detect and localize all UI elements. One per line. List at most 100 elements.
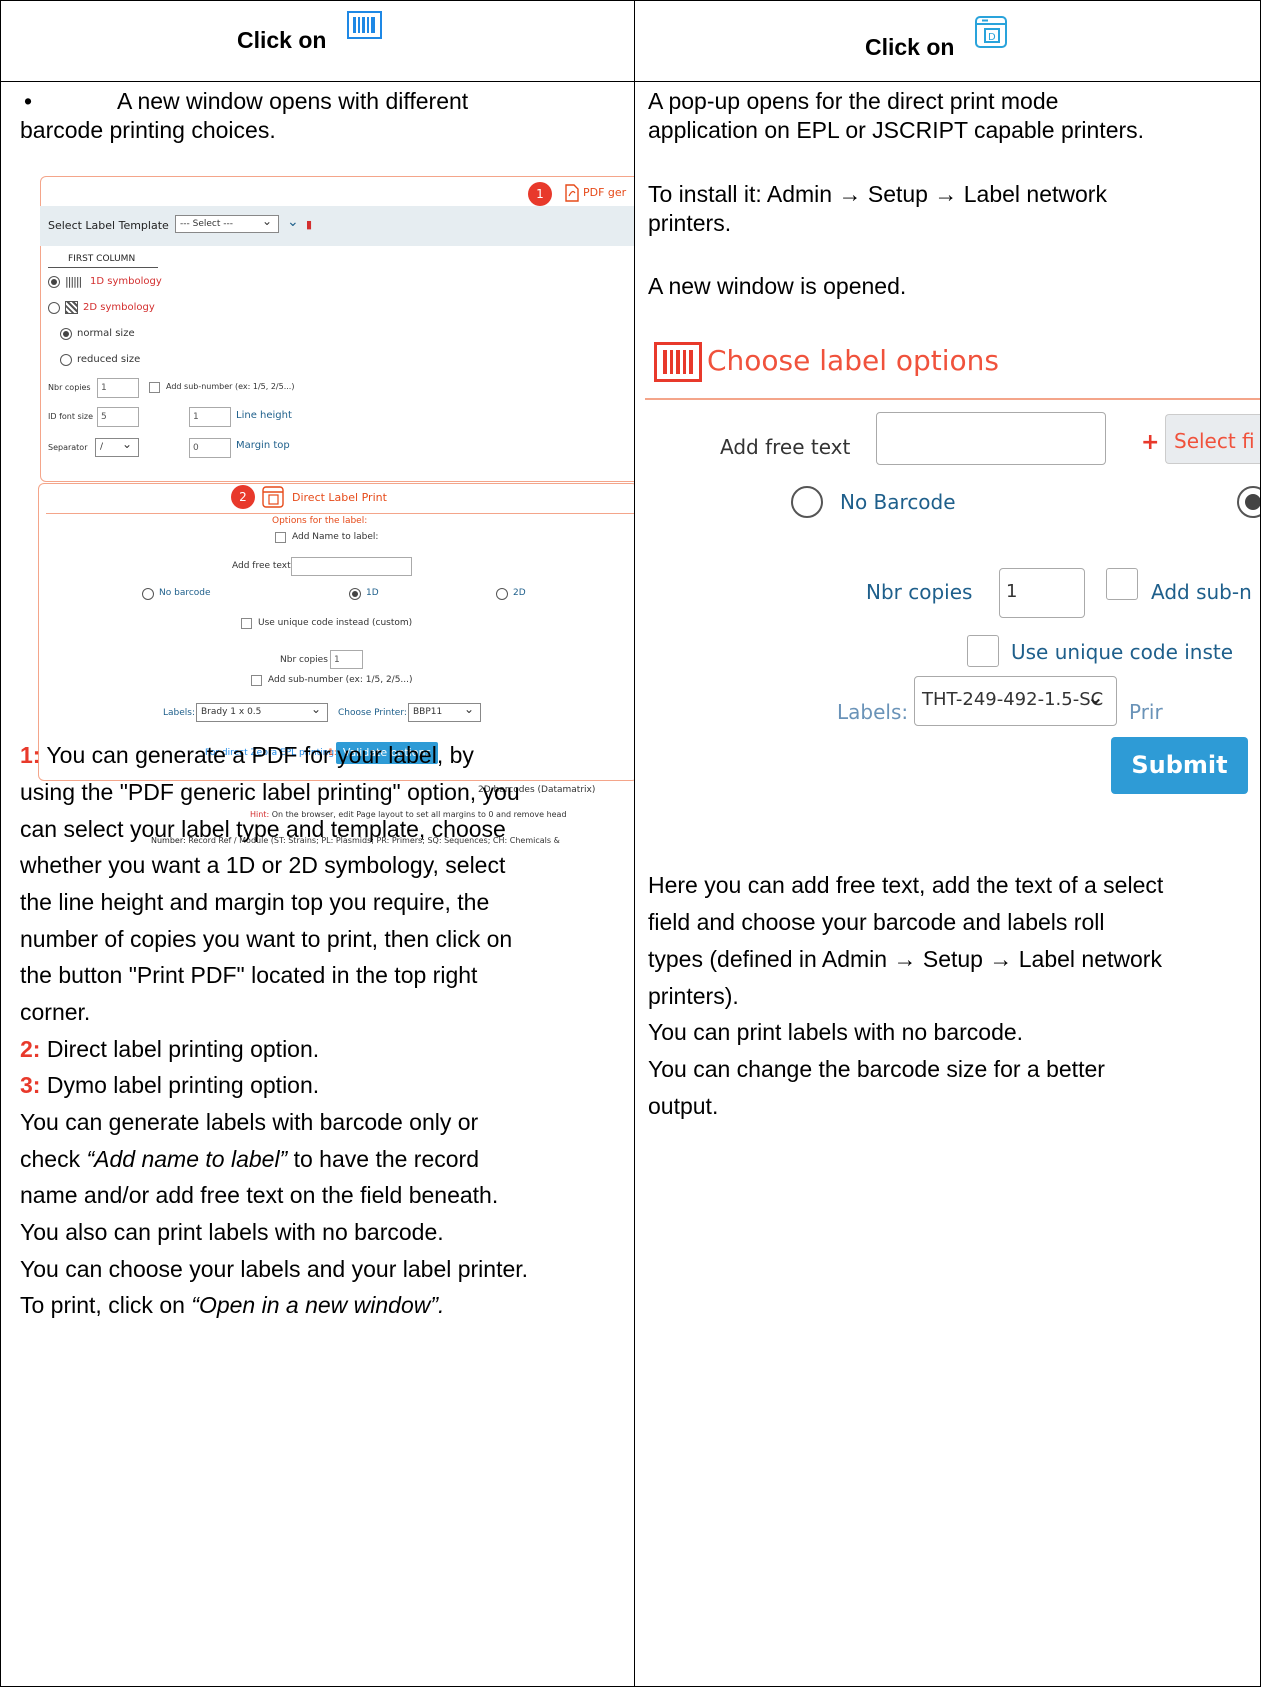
print-cut-label: Prir: [1129, 700, 1163, 724]
margin-top-input[interactable]: 0: [189, 438, 231, 458]
labels-large-select[interactable]: THT-249-492-1.5-SC ⌄: [914, 676, 1117, 726]
right-desc-line-1: Here you can add free text, add the text…: [648, 872, 1164, 898]
direct-label-icon: [262, 486, 284, 508]
right-header: Click on: [865, 34, 954, 61]
use-unique-large-checkbox[interactable]: [967, 635, 999, 667]
p1-line-1: 1: You can generate a PDF for your label…: [20, 741, 474, 769]
radio-no-barcode-large[interactable]: [791, 486, 823, 518]
id-font-size-input[interactable]: 5: [97, 407, 139, 427]
labels-label: Labels:: [163, 708, 196, 718]
left-intro-bullet: •: [24, 88, 33, 114]
add-free-text-label: Add free text:: [232, 561, 294, 571]
nbr-copies-input[interactable]: 1: [97, 378, 139, 398]
choose-printer-select[interactable]: BBP11: [408, 701, 481, 722]
add-free-text-label: Add free text: [720, 435, 851, 459]
use-unique-code-checkbox[interactable]: [241, 618, 252, 629]
opt-2d-label: 2D: [513, 588, 526, 598]
symbology-2d-label: 2D symbology: [83, 302, 155, 313]
line-height-label: Line height: [236, 410, 292, 421]
select-field-button[interactable]: Select fi: [1165, 414, 1260, 464]
add-name-checkbox[interactable]: [275, 532, 286, 543]
reduced-size-label: reduced size: [77, 354, 141, 365]
radio-no-barcode[interactable]: [142, 588, 154, 600]
radio-2d[interactable]: [48, 302, 60, 314]
direct-print-panel: [38, 483, 634, 781]
labels-select[interactable]: Brady 1 x 0.5: [196, 701, 328, 722]
use-unique-code-label: Use unique code instead (custom): [258, 618, 413, 628]
radio-2d-direct[interactable]: [496, 588, 508, 600]
table-border-top: [0, 0, 1261, 1]
nbr-copies-large-label: Nbr copies: [866, 580, 973, 604]
table-column-divider: [634, 0, 635, 1687]
trash-icon[interactable]: ▮: [306, 218, 312, 231]
pdf-icon: [565, 184, 579, 202]
chevron-down-large-icon: ⌄: [1087, 685, 1104, 709]
qr-icon: [65, 301, 78, 314]
separator-select[interactable]: /: [95, 436, 139, 457]
svg-text:D: D: [988, 32, 996, 43]
add-sub-number-label: Add sub-number (ex: 1/5, 2/5...): [166, 382, 295, 391]
first-column-heading: FIRST COLUMN: [68, 254, 136, 264]
p3-number: 3:: [20, 1072, 41, 1098]
table-border-left: [0, 0, 1, 1687]
p3-line: 3: Dymo label printing option.: [20, 1071, 319, 1099]
opt-1d-label: 1D: [366, 588, 379, 598]
badge-1: 1: [528, 182, 552, 206]
p2-text: Direct label printing option.: [40, 1036, 320, 1062]
labels-large-value: THT-249-492-1.5-SC: [922, 689, 1104, 710]
p2-line: 2: Direct label printing option.: [20, 1035, 319, 1063]
radio-1-large-dot: [1245, 494, 1260, 510]
radio-1d-direct[interactable]: [349, 588, 361, 600]
p1-text-1: You can generate a PDF for your label, b…: [40, 742, 474, 768]
add-free-text-input[interactable]: [876, 412, 1106, 465]
radio-reduced-size[interactable]: [60, 354, 72, 366]
submit-button[interactable]: Submit: [1111, 737, 1248, 794]
select-template-label: Select Label Template: [48, 219, 169, 232]
nbr-copies2-label: Nbr copies: [280, 655, 328, 665]
free-text-input[interactable]: [291, 557, 412, 576]
p2-number: 2:: [20, 1036, 41, 1062]
left-intro-line2: barcode printing choices.: [20, 117, 276, 143]
badge-2: 2: [231, 485, 255, 509]
nbr-copies2-input[interactable]: 1: [330, 650, 363, 669]
nbr-copies-large-value: 1: [1006, 581, 1018, 602]
choose-printer-label: Choose Printer:: [338, 708, 407, 718]
right-install-line1: To install it: Admin → Setup → Label net…: [648, 181, 1107, 207]
use-unique-large-label: Use unique code inste: [1011, 640, 1234, 664]
right-desc-line-4: printers).: [648, 983, 739, 1009]
direct-label-print-title: Direct Label Print: [292, 491, 387, 504]
symbology-1d-label: 1D symbology: [90, 276, 162, 287]
select-template-dropdown[interactable]: --- Select ---: [175, 213, 279, 233]
add-sub-number2-checkbox[interactable]: [251, 675, 262, 686]
p4-line-3: name and/or add free text on the field b…: [20, 1182, 499, 1208]
p1-line-2: using the "PDF generic label printing" o…: [20, 779, 520, 805]
line-height-input[interactable]: 1: [189, 407, 231, 427]
p1-number: 1:: [20, 742, 41, 768]
right-desc-line-7: output.: [648, 1093, 719, 1119]
right-desc-line-2: field and choose your barcode and labels…: [648, 909, 1105, 935]
right-install-line2: printers.: [648, 210, 732, 236]
p4-line-2-italic: “Add name to label”: [86, 1146, 288, 1172]
radio-1d[interactable]: [48, 276, 60, 288]
radio-normal-size[interactable]: [60, 328, 72, 340]
nbr-copies-label: Nbr copies: [48, 383, 91, 392]
p7-line: To print, click on “Open in a new window…: [20, 1291, 444, 1319]
no-barcode-label: No barcode: [159, 588, 211, 598]
chevron-down-icon[interactable]: ⌄: [287, 214, 299, 230]
separator-label: Separator: [48, 443, 88, 452]
add-sub-large-checkbox[interactable]: [1106, 568, 1138, 600]
first-column-underline: [48, 267, 158, 268]
direct-panel-divider: [46, 513, 634, 514]
nbr-copies-large-input[interactable]: 1: [999, 568, 1085, 618]
left-header-label: Click on: [237, 27, 327, 53]
plus-icon: +: [1141, 430, 1160, 455]
add-sub-number-checkbox[interactable]: [149, 382, 160, 393]
p4-line-2: check “Add name to label” to have the re…: [20, 1145, 479, 1173]
right-desc-line-3: types (defined in Admin → Setup → Label …: [648, 946, 1162, 972]
p4-line-2a: check: [20, 1146, 87, 1172]
p1-line-5: the line height and margin top you requi…: [20, 889, 490, 915]
right-desc-line-5: You can print labels with no barcode.: [648, 1019, 1024, 1045]
mini-barcode-icon: ||||||: [65, 275, 82, 288]
pdf-generic-link[interactable]: PDF ger: [583, 186, 626, 199]
choose-label-options-title: Choose label options: [707, 344, 1000, 377]
